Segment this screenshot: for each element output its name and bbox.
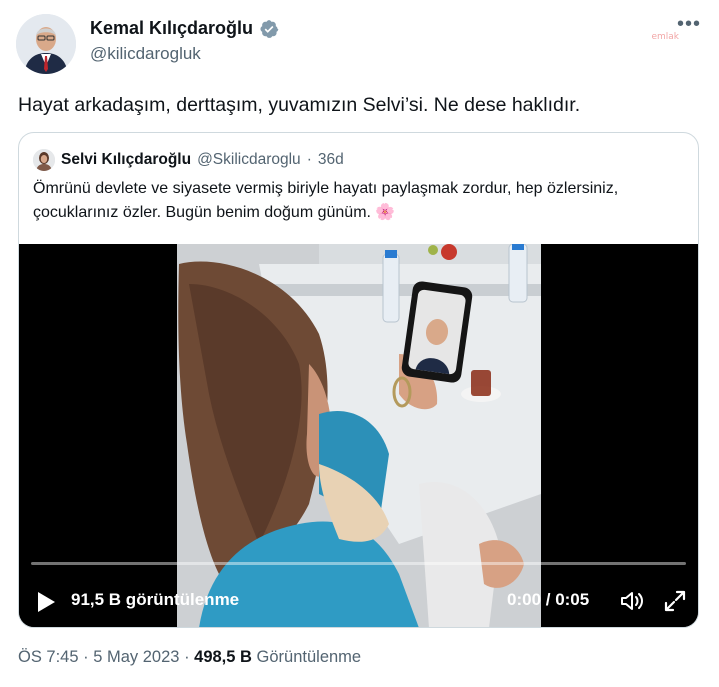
quoted-author-handle[interactable]: @Skilicdaroglu xyxy=(197,151,301,169)
play-icon[interactable] xyxy=(35,590,57,619)
video-frame xyxy=(19,244,698,627)
tweet-views-count: 498,5 B xyxy=(194,648,252,666)
more-icon[interactable]: ••• xyxy=(677,14,701,34)
quoted-age[interactable]: 36d xyxy=(318,151,344,169)
watermark-text: emlak xyxy=(651,32,679,42)
author-name[interactable]: Kemal Kılıçdaroğlu xyxy=(90,18,253,39)
video-time: 0:00 / 0:05 xyxy=(507,590,590,609)
tweet-header: Kemal Kılıçdaroğlu @kilicdarogluk xyxy=(90,18,279,64)
tweet-time[interactable]: ÖS 7:45 xyxy=(18,648,79,666)
verified-badge-icon xyxy=(259,19,279,39)
quoted-tweet[interactable]: Selvi Kılıçdaroğlu @Skilicdaroglu · 36d … xyxy=(18,132,699,628)
quoted-tweet-header: Selvi Kılıçdaroğlu @Skilicdaroglu · 36d xyxy=(33,149,344,171)
quoted-author-name[interactable]: Selvi Kılıçdaroğlu xyxy=(61,151,191,169)
tweet-text: Hayat arkadaşım, derttaşım, yuvamızın Se… xyxy=(18,94,581,116)
tweet-footer: ÖS 7:45 · 5 May 2023 · 498,5 B Görüntüle… xyxy=(18,648,361,667)
author-handle[interactable]: @kilicdarogluk xyxy=(90,44,279,64)
author-row: Kemal Kılıçdaroğlu xyxy=(90,18,279,39)
video-progress-bar[interactable] xyxy=(31,562,686,565)
footer-separator: · xyxy=(83,648,89,666)
quoted-tweet-text: Ömrünü devlete ve siyasete vermiş biriyl… xyxy=(33,180,619,221)
tweet-views-label: Görüntülenme xyxy=(256,648,362,666)
author-avatar[interactable] xyxy=(16,14,76,74)
footer-separator: · xyxy=(184,648,190,666)
fullscreen-icon[interactable] xyxy=(663,589,687,618)
video-player[interactable]: 91,5 B görüntülenme 0:00 / 0:05 xyxy=(19,244,698,627)
tweet-date[interactable]: 5 May 2023 xyxy=(93,648,179,666)
quoted-separator: · xyxy=(306,151,312,168)
video-views: 91,5 B görüntülenme xyxy=(71,590,240,609)
quoted-author-avatar xyxy=(33,149,55,171)
volume-icon[interactable] xyxy=(619,589,645,618)
